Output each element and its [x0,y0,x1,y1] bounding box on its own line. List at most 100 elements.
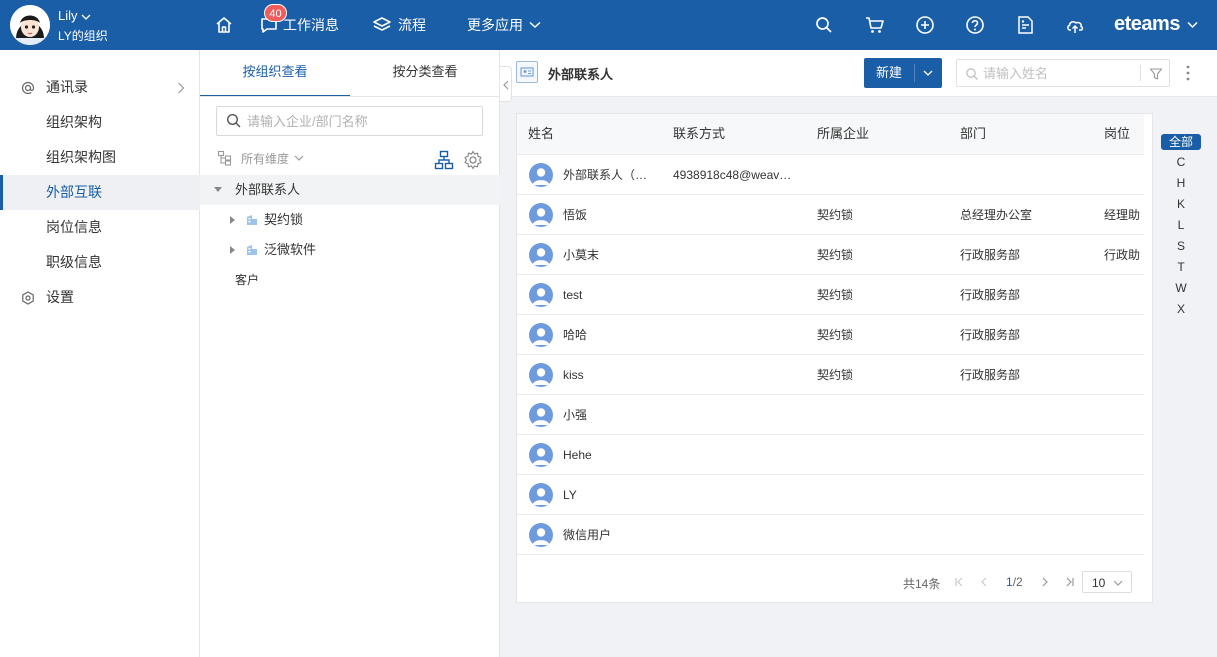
sidebar-item-label: 岗位信息 [46,219,102,235]
new-button[interactable]: 新建 [864,58,914,88]
cell-position: 经理助 [1104,208,1141,222]
table-row[interactable]: Hehe [517,435,1144,475]
sidebar-item-external-connect[interactable]: 外部互联 [0,175,200,210]
cell-position [1104,355,1144,395]
help-button[interactable] [965,0,985,50]
org-search-input[interactable] [247,107,477,135]
add-button[interactable] [915,0,935,50]
cart-button[interactable] [865,0,885,50]
prev-page-icon[interactable] [979,577,989,587]
sidebar-item-contacts[interactable]: 通讯录 [0,70,200,105]
table-row[interactable]: 哈哈 契约锁 行政服务部 [517,315,1144,355]
user-name-label[interactable]: Lily [58,8,91,23]
sidebar-item-org-chart[interactable]: 组织架构图 [0,140,200,175]
alphabet-letter[interactable]: L [1161,215,1201,236]
table-row[interactable]: 小莫末 契约锁 行政服务部 行政助 [517,235,1144,275]
cell-department [960,435,1090,475]
cell-contact [673,275,803,315]
search-button[interactable] [814,0,834,50]
alphabet-letter[interactable]: T [1161,257,1201,278]
caret-down-icon[interactable] [214,187,222,193]
cell-name: kiss [563,368,584,382]
cloud-upload-icon [1067,21,1084,33]
home-button[interactable] [214,0,234,50]
alphabet-letter[interactable]: C [1161,152,1201,173]
page-size-select[interactable]: 10 [1082,571,1132,593]
tree-node-label: 泛微软件 [264,242,317,257]
org-tree-panel: 按组织查看 按分类查看 所有维度 外部联系人 契约锁 泛微软件 客户 [200,50,500,657]
tree-node-contract-lock[interactable]: 契约锁 [200,205,500,235]
cell-department [960,515,1090,555]
tree-node-weaver-software[interactable]: 泛微软件 [200,235,500,265]
chevron-left-icon [503,80,509,90]
org-chart-icon [434,150,454,170]
dimension-filter[interactable]: 所有维度 [217,150,304,166]
dimension-tree-icon [217,150,232,166]
new-button-group: 新建 [864,58,942,88]
table-row[interactable]: 微信用户 [517,515,1144,555]
first-page-icon[interactable] [954,577,964,587]
table-row[interactable]: 悟饭 契约锁 总经理办公室 经理助 [517,195,1144,235]
sidebar-item-job-levels[interactable]: 职级信息 [0,245,200,280]
sidebar-item-org-structure[interactable]: 组织架构 [0,105,200,140]
table-row[interactable]: 小强 [517,395,1144,435]
user-avatar[interactable] [10,5,50,45]
tab-by-organization[interactable]: 按组织查看 [200,50,350,97]
cell-name: test [563,288,583,302]
search-divider [1140,65,1141,81]
cell-department: 行政服务部 [960,288,1021,302]
filter-icon[interactable] [1149,67,1163,81]
cell-department [960,155,1090,195]
table-row[interactable]: kiss 契约锁 行政服务部 [517,355,1144,395]
table-header: 姓名 联系方式 所属企业 部门 岗位 [517,114,1144,155]
tab-by-category[interactable]: 按分类查看 [350,50,500,97]
caret-right-icon[interactable] [230,246,236,254]
scan-button[interactable] [1015,0,1035,50]
name-search-input[interactable] [983,60,1133,86]
cell-department: 行政服务部 [960,248,1021,262]
next-page-icon[interactable] [1040,577,1050,587]
sidebar-item-settings[interactable]: 设置 [0,280,200,315]
cell-company: 契约锁 [817,368,854,382]
alphabet-letter[interactable]: H [1161,173,1201,194]
org-chart-view-button[interactable] [434,150,454,173]
avatar-icon [529,283,553,307]
sidebar-item-positions[interactable]: 岗位信息 [0,210,200,245]
more-options-button[interactable] [1181,64,1195,82]
alphabet-letter[interactable]: K [1161,194,1201,215]
tree-node-external-contacts[interactable]: 外部联系人 [200,175,500,205]
table-row[interactable]: 外部联系人（… 4938918c48@weav… [517,155,1144,195]
alphabet-letter[interactable]: X [1161,299,1201,320]
brand-menu[interactable]: eteams [1114,13,1198,36]
cell-department: 总经理办公室 [960,208,1033,222]
new-dropdown-button[interactable] [915,58,942,88]
tree-settings-button[interactable] [463,150,483,173]
name-search-box [956,59,1170,87]
column-header-name[interactable]: 姓名 [528,114,554,154]
caret-right-icon[interactable] [230,216,236,224]
alphabet-letter[interactable]: S [1161,236,1201,257]
cell-company: 契约锁 [817,208,854,222]
more-apps-button[interactable]: 更多应用 [467,0,541,50]
tree-node-customers[interactable]: 客户 [200,265,500,295]
collapse-panel-button[interactable] [500,66,512,102]
cell-position [1104,275,1144,315]
last-page-icon[interactable] [1065,577,1075,587]
column-header-company[interactable]: 所属企业 [817,114,869,154]
column-header-department[interactable]: 部门 [960,114,986,154]
table-row[interactable]: test 契约锁 行政服务部 [517,275,1144,315]
column-header-position[interactable]: 岗位 [1104,114,1130,154]
sidebar-item-label: 组织架构 [46,114,102,130]
cloud-upload-button[interactable] [1065,0,1085,50]
cell-contact: 4938918c48@weav… [673,168,792,182]
workflow-button[interactable]: 流程 [372,0,426,50]
alphabet-all[interactable]: 全部 [1161,134,1201,150]
alphabet-letter[interactable]: W [1161,278,1201,299]
table-row[interactable]: LY [517,475,1144,515]
column-header-contact[interactable]: 联系方式 [673,114,725,154]
help-icon [966,16,984,34]
tree-node-label: 契约锁 [264,212,304,227]
cell-company [817,155,947,195]
tree-node-label: 外部联系人 [235,182,301,197]
cell-company: 契约锁 [817,248,854,262]
